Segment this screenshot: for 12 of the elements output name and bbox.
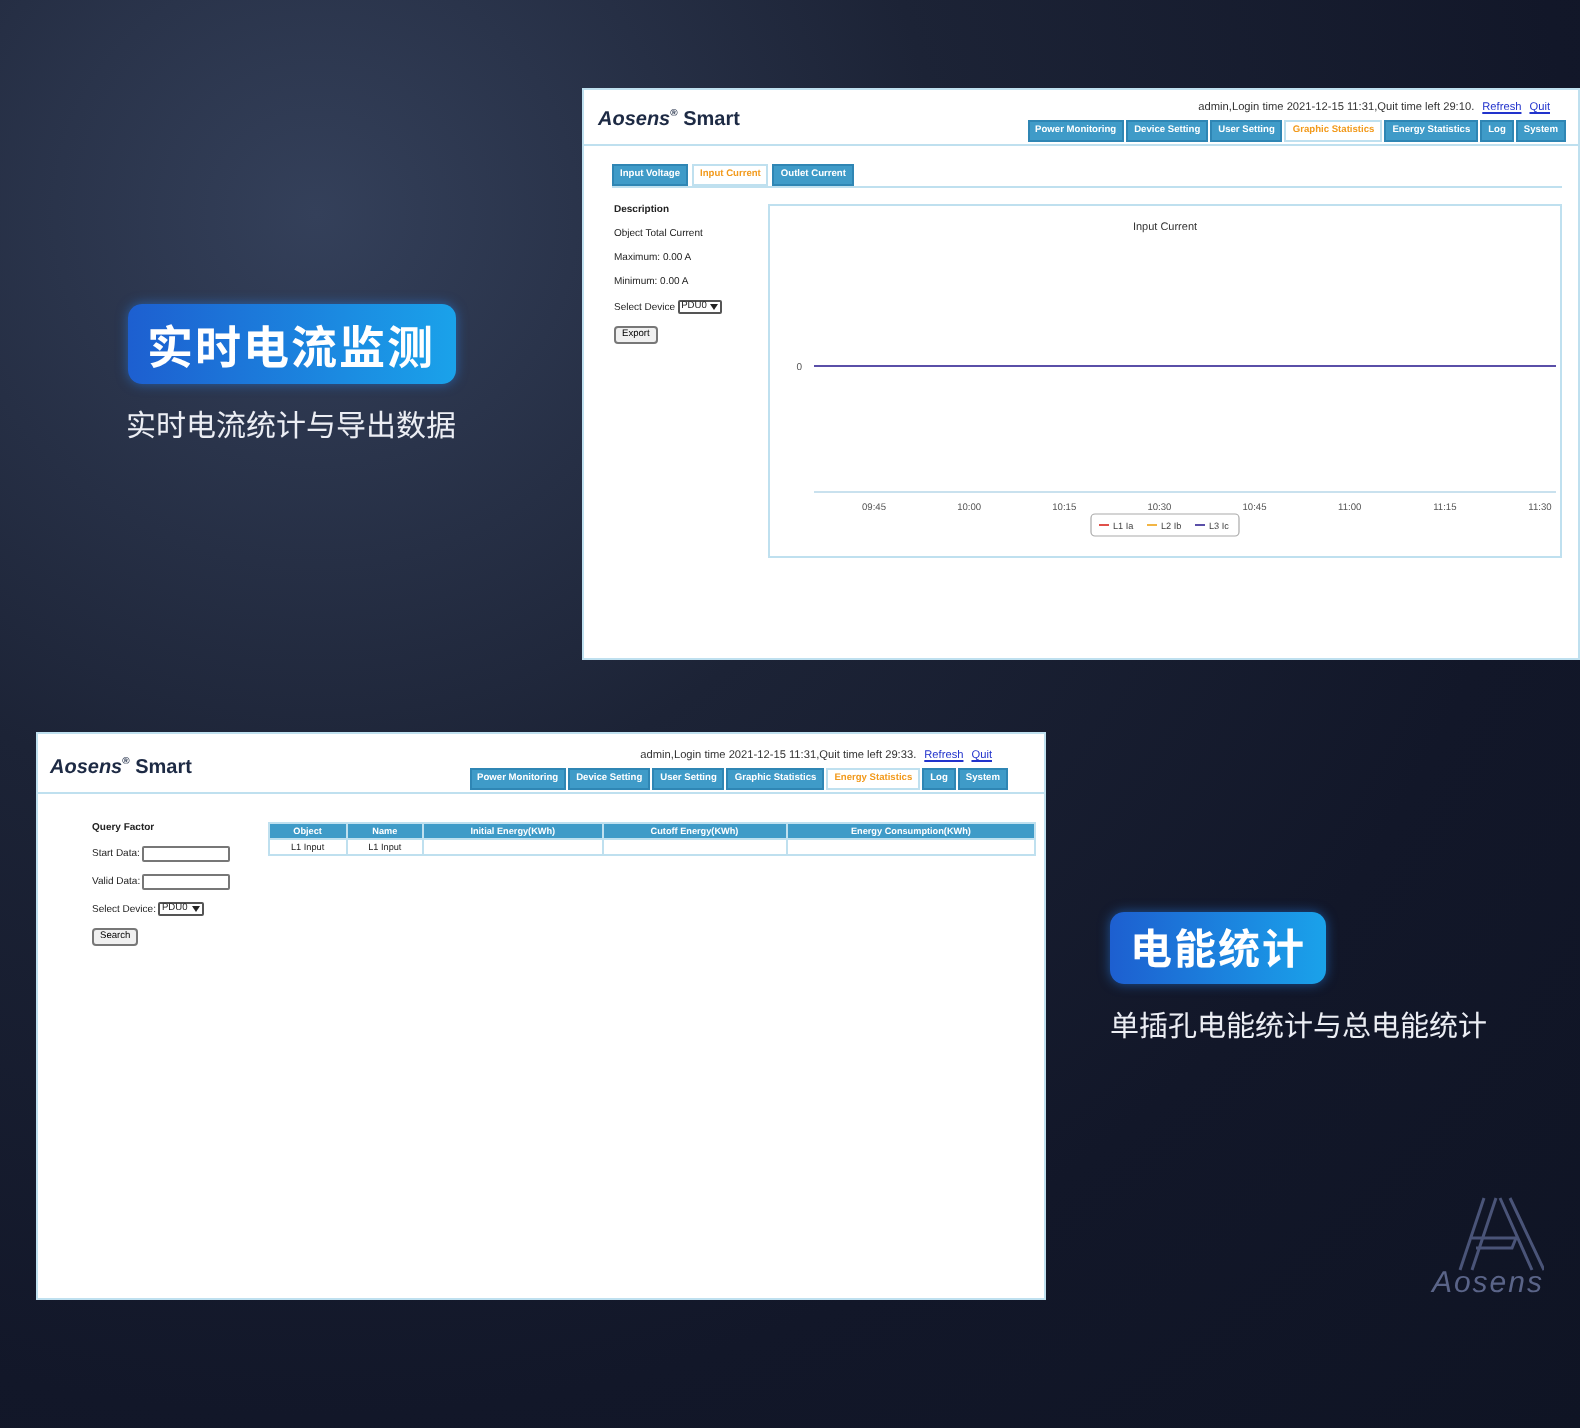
logo: Aosens$^{®}$ Smart: [598, 107, 740, 130]
date-field[interactable]: [141, 846, 230, 862]
caret-icon: [710, 304, 719, 310]
brand-logo-icon: [1456, 1194, 1544, 1274]
feature-badge: 电能统计: [1110, 912, 1326, 984]
date-field[interactable]: [142, 874, 231, 890]
logo: Aosens$^{®}$ Smart: [50, 755, 192, 778]
feature-subtitle: 单插孔电能统计与总电能统计: [1110, 1004, 1487, 1046]
caret-icon: [191, 906, 200, 912]
feature-subtitle: 实时电流统计与导出数据: [125, 403, 456, 445]
feature-badge: 实时电流监测: [127, 303, 455, 383]
brand-name: Aosens: [1431, 1266, 1544, 1300]
